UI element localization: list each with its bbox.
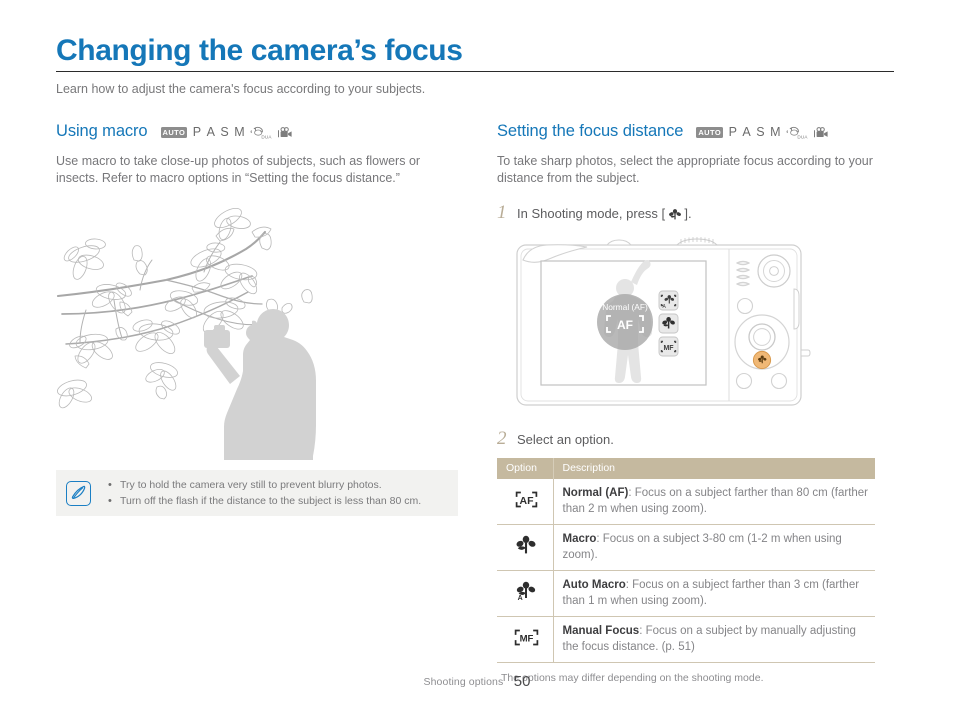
table-row: A Auto Macro: Focus on a subject farther… (497, 570, 875, 617)
option-title: Manual Focus (562, 625, 640, 637)
p-mode-icon: P (192, 125, 202, 140)
table-cell-description: Macro: Focus on a subject 3-80 cm (1-2 m… (553, 524, 875, 571)
table-cell-description: Manual Focus: Focus on a subject by manu… (553, 616, 875, 663)
svg-text:AF: AF (519, 495, 534, 507)
step-1-number: 1 (497, 202, 507, 223)
note-bullet-item: Turn off the flash if the distance to th… (108, 493, 421, 509)
note-callout-box: Try to hold the camera very still to pre… (56, 470, 458, 516)
note-bullet-list: Try to hold the camera very still to pre… (108, 477, 421, 509)
lcd-option-buttons: A MF (658, 290, 679, 357)
s-mode-icon: S (220, 125, 229, 140)
using-macro-heading-row: Using macro AUTO P A S M DUAL (56, 122, 460, 141)
macro-flower-icon (668, 207, 681, 220)
m-mode-icon: M (234, 125, 245, 140)
s-mode-icon: S (756, 125, 765, 140)
step-1-text: In Shooting mode, press [ ]. (517, 204, 692, 222)
manual-focus-icon: MF (497, 616, 554, 663)
step-2-text: Select an option. (517, 432, 614, 447)
mode-icon-strip-right: AUTO P A S M DUAL (696, 126, 828, 139)
movie-mode-icon (277, 126, 293, 139)
title-divider (56, 71, 894, 72)
svg-text:MF: MF (519, 633, 533, 644)
focus-distance-heading-row: Setting the focus distance AUTO P A S M … (497, 122, 897, 141)
svg-text:DUAL: DUAL (797, 134, 808, 139)
footer-page-number: 50 (513, 673, 531, 690)
auto-mode-icon: AUTO (160, 127, 188, 138)
dual-is-mode-icon: DUAL (786, 126, 808, 139)
p-mode-icon: P (728, 125, 737, 140)
auto-mode-icon: AUTO (696, 127, 724, 138)
magnolia-branch-photographer-illustration (56, 192, 460, 460)
step-1-text-before: In Shooting mode, press [ (517, 206, 666, 221)
right-column: Setting the focus distance AUTO P A S M … (497, 122, 897, 685)
camera-back-illustration: Normal (AF) AF A MF (511, 232, 811, 412)
dual-is-mode-icon: DUAL (250, 126, 272, 139)
table-cell-description: Normal (AF): Focus on a subject farther … (553, 479, 875, 525)
page-header: Changing the camera’s focus Learn how to… (56, 34, 894, 97)
left-column: Using macro AUTO P A S M DUAL (56, 122, 460, 186)
svg-text:MF: MF (663, 345, 674, 352)
focus-options-table: Option Description AF Normal (AF): Focus… (497, 458, 875, 663)
table-row: Macro: Focus on a subject 3-80 cm (1-2 m… (497, 524, 875, 571)
table-header-description: Description (553, 458, 875, 479)
auto-macro-icon: A (497, 570, 554, 617)
page-title: Changing the camera’s focus (56, 34, 463, 67)
note-pen-icon (66, 480, 91, 506)
macro-flower-icon (497, 524, 554, 571)
page-footer: Shooting options 50 (0, 672, 954, 690)
step-2: 2 Select an option. (497, 428, 897, 449)
lcd-normal-af-label: Normal (AF) (602, 302, 648, 312)
section-title-setting-focus-distance: Setting the focus distance (497, 122, 684, 140)
focus-distance-body-text: To take sharp photos, select the appropr… (497, 154, 873, 185)
af-focus-icon: AF (497, 479, 554, 525)
option-title: Normal (AF) (562, 487, 629, 499)
svg-text:DUAL: DUAL (262, 134, 273, 139)
step-2-number: 2 (497, 428, 507, 449)
table-header-option: Option (497, 458, 554, 479)
photographer-silhouette (204, 309, 316, 460)
svg-text:AF: AF (617, 318, 633, 332)
table-header-row: Option Description (497, 458, 875, 479)
table-row: MF Manual Focus: Focus on a subject by m… (497, 616, 875, 663)
note-bullet-item: Try to hold the camera very still to pre… (108, 477, 421, 493)
option-title: Macro (562, 533, 597, 545)
footer-section-label: Shooting options (423, 676, 504, 688)
a-mode-icon: A (206, 125, 215, 140)
option-title: Auto Macro (562, 579, 626, 591)
step-1-text-after: ]. (684, 206, 692, 221)
table-cell-description: Auto Macro: Focus on a subject farther t… (553, 570, 875, 617)
table-row: AF Normal (AF): Focus on a subject farth… (497, 479, 875, 525)
section-title-using-macro: Using macro (56, 122, 148, 140)
step-1: 1 In Shooting mode, press [ ]. (497, 202, 897, 223)
movie-mode-icon (813, 126, 829, 139)
option-description: : Focus on a subject 3-80 cm (1-2 m when… (562, 533, 842, 561)
svg-text:A: A (518, 595, 523, 601)
a-mode-icon: A (742, 125, 751, 140)
using-macro-body-text: Use macro to take close-up photos of sub… (56, 154, 421, 185)
page-subtitle: Learn how to adjust the camera's focus a… (56, 82, 426, 96)
m-mode-icon: M (770, 125, 781, 140)
mode-icon-strip-left: AUTO P A S M DUAL (160, 125, 293, 140)
